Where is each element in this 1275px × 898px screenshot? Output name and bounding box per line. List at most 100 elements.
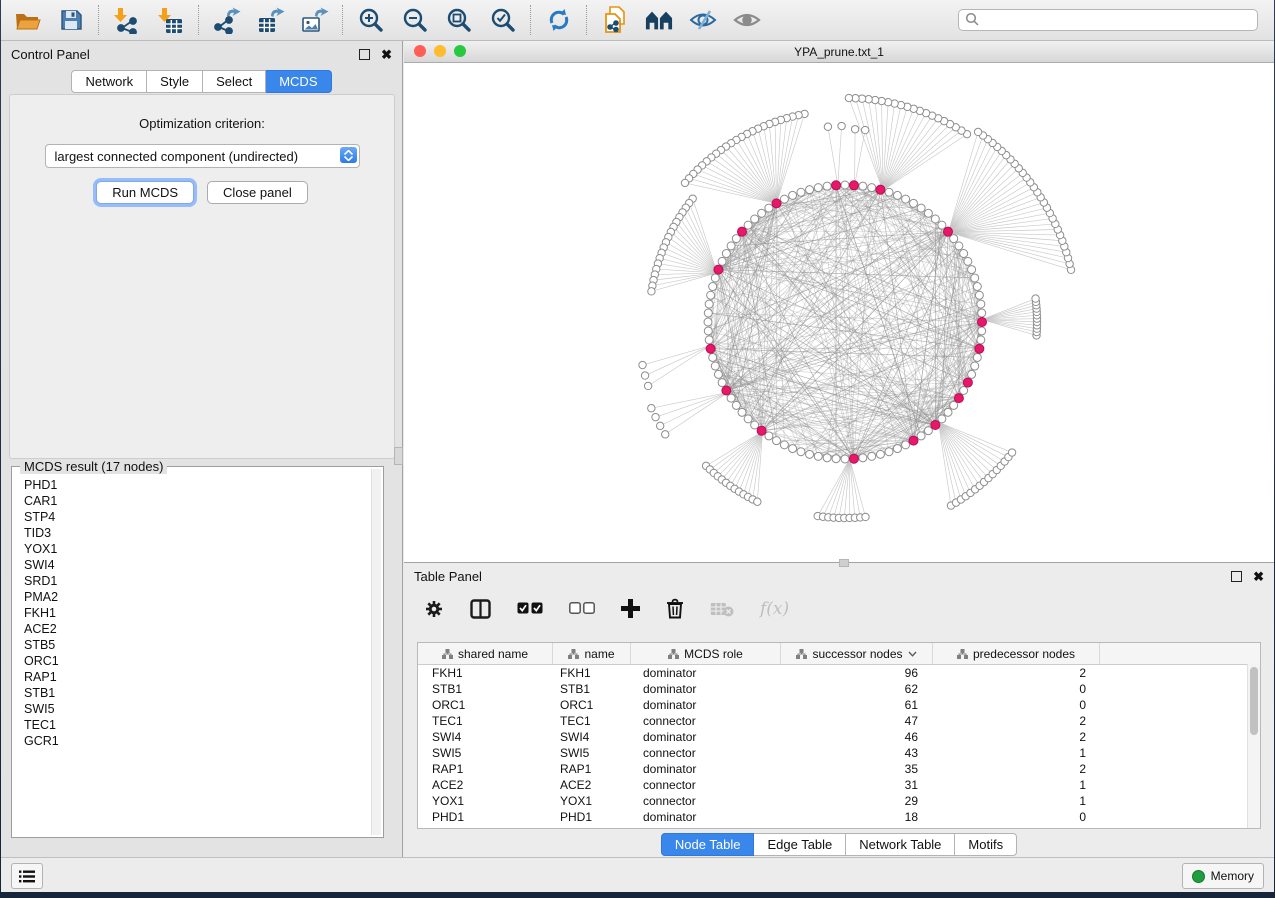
table-scrollbar[interactable] — [1247, 664, 1260, 828]
optimization-select[interactable]: largest connected component (undirected) — [45, 144, 360, 168]
export-image-icon[interactable] — [301, 6, 329, 34]
column-header-name[interactable]: name — [553, 643, 631, 664]
table-row[interactable]: SWI5SWI5connector431 — [418, 745, 1260, 761]
column-header-predecessor-nodes[interactable]: predecessor nodes — [933, 643, 1100, 664]
mcds-result-item[interactable]: SWI5 — [24, 701, 371, 717]
import-network-icon[interactable] — [113, 6, 141, 34]
import-table-icon[interactable] — [157, 6, 185, 34]
table-toolbar: f(x) — [404, 589, 1274, 627]
open-file-icon[interactable] — [13, 6, 41, 34]
table-row[interactable]: RAP1RAP1dominator352 — [418, 761, 1260, 777]
mcds-result-item[interactable]: GCR1 — [24, 733, 371, 749]
maximize-window-icon[interactable] — [454, 45, 466, 57]
table-row[interactable]: STB1STB1dominator620 — [418, 681, 1260, 697]
show-eye-icon[interactable] — [733, 6, 761, 34]
network-canvas[interactable] — [404, 63, 1274, 562]
table-row[interactable]: TEC1TEC1connector472 — [418, 713, 1260, 729]
mcds-result-item[interactable]: PHD1 — [24, 477, 371, 493]
tab-mcds[interactable]: MCDS — [266, 70, 331, 93]
tab-network-table[interactable]: Network Table — [846, 833, 955, 856]
mcds-result-item[interactable]: STB5 — [24, 637, 371, 653]
cell-successor_nodes: 43 — [781, 746, 933, 760]
column-header-shared-name[interactable]: shared name — [418, 643, 553, 664]
search-input[interactable] — [958, 9, 1258, 31]
export-network-icon[interactable] — [213, 6, 241, 34]
control-panel-tabs: NetworkStyleSelectMCDS — [1, 70, 402, 93]
new-network-file-icon[interactable] — [601, 6, 629, 34]
mcds-result-item[interactable]: SWI4 — [24, 557, 371, 573]
mcds-result-item[interactable]: TID3 — [24, 525, 371, 541]
column-header-successor-nodes[interactable]: successor nodes — [781, 643, 933, 664]
tab-edge-table[interactable]: Edge Table — [754, 833, 846, 856]
mcds-list-scrollbar[interactable] — [371, 469, 381, 835]
column-header-filler — [1100, 643, 1260, 664]
add-column-plus-icon[interactable] — [621, 599, 640, 618]
minimize-window-icon[interactable] — [434, 45, 446, 57]
mcds-result-item[interactable]: STP4 — [24, 509, 371, 525]
splitter-handle[interactable] — [394, 447, 403, 465]
cell-predecessor_nodes: 2 — [933, 666, 1100, 680]
cell-predecessor_nodes: 1 — [933, 794, 1100, 808]
table-row[interactable]: YOX1YOX1connector291 — [418, 793, 1260, 809]
tab-style[interactable]: Style — [147, 70, 203, 93]
float-panel-icon[interactable] — [1231, 571, 1242, 582]
network-window-titlebar: YPA_prune.txt_1 — [404, 41, 1274, 63]
zoom-selected-icon[interactable] — [489, 6, 517, 34]
mcds-result-item[interactable]: FKH1 — [24, 605, 371, 621]
table-row[interactable]: PHD1PHD1dominator180 — [418, 809, 1260, 825]
hide-panel-eye-slash-icon[interactable] — [689, 6, 717, 34]
mcds-result-item[interactable]: ORC1 — [24, 653, 371, 669]
cell-predecessor_nodes: 2 — [933, 730, 1100, 744]
delete-trash-icon[interactable] — [666, 598, 684, 619]
mcds-result-item[interactable]: STB1 — [24, 685, 371, 701]
cell-predecessor_nodes: 2 — [933, 714, 1100, 728]
close-panel-icon[interactable]: ✖ — [381, 48, 392, 61]
cell-name: RAP1 — [553, 762, 631, 776]
mcds-result-item[interactable]: CAR1 — [24, 493, 371, 509]
mcds-result-item[interactable]: RAP1 — [24, 669, 371, 685]
zoom-fit-icon[interactable] — [445, 6, 473, 34]
run-mcds-button[interactable]: Run MCDS — [96, 181, 194, 204]
column-header-MCDS-role[interactable]: MCDS role — [631, 643, 781, 664]
zoom-in-icon[interactable] — [357, 6, 385, 34]
table-scrollbar-thumb[interactable] — [1250, 667, 1258, 735]
network-overview-icon[interactable] — [645, 6, 673, 34]
tab-network[interactable]: Network — [71, 70, 147, 93]
select-all-icon[interactable] — [517, 602, 543, 615]
memory-button[interactable]: Memory — [1182, 863, 1264, 889]
tab-select[interactable]: Select — [203, 70, 266, 93]
export-table-icon[interactable] — [257, 6, 285, 34]
mcds-result-item[interactable]: TEC1 — [24, 717, 371, 733]
deselect-all-icon[interactable] — [569, 602, 595, 615]
tab-node-table[interactable]: Node Table — [661, 833, 755, 856]
table-settings-gear-icon[interactable] — [424, 599, 444, 619]
show-columns-icon[interactable] — [470, 599, 491, 619]
network-graph[interactable] — [404, 63, 1274, 562]
mcds-result-item[interactable]: SRD1 — [24, 573, 371, 589]
table-panel-resize-handle[interactable] — [839, 559, 849, 567]
mcds-result-item[interactable]: YOX1 — [24, 541, 371, 557]
table-row[interactable]: ACE2ACE2connector311 — [418, 777, 1260, 793]
table-row[interactable]: FKH1FKH1dominator962 — [418, 665, 1260, 681]
cell-mcds_role: dominator — [631, 762, 781, 776]
task-history-list-icon[interactable] — [11, 863, 43, 889]
cell-successor_nodes: 47 — [781, 714, 933, 728]
mcds-result-item[interactable]: PMA2 — [24, 589, 371, 605]
cell-shared_name: ORC1 — [418, 698, 553, 712]
zoom-out-icon[interactable] — [401, 6, 429, 34]
save-icon[interactable] — [57, 6, 85, 34]
close-panel-icon[interactable]: ✖ — [1253, 570, 1264, 583]
cell-shared_name: FKH1 — [418, 666, 553, 680]
close-window-icon[interactable] — [414, 45, 426, 57]
memory-status-dot — [1192, 870, 1205, 883]
control-panel-titlebar: Control Panel ✖ — [1, 41, 402, 67]
mcds-result-box: MCDS result (17 nodes) PHD1CAR1STP4TID3Y… — [11, 466, 384, 838]
float-panel-icon[interactable] — [359, 49, 370, 60]
mcds-result-item[interactable]: ACE2 — [24, 621, 371, 637]
tab-motifs[interactable]: Motifs — [955, 833, 1017, 856]
close-panel-button[interactable]: Close panel — [207, 181, 308, 204]
table-row[interactable]: SWI4SWI4dominator462 — [418, 729, 1260, 745]
refresh-icon[interactable] — [545, 6, 573, 34]
table-row[interactable]: ORC1ORC1dominator610 — [418, 697, 1260, 713]
cell-shared_name: SWI5 — [418, 746, 553, 760]
